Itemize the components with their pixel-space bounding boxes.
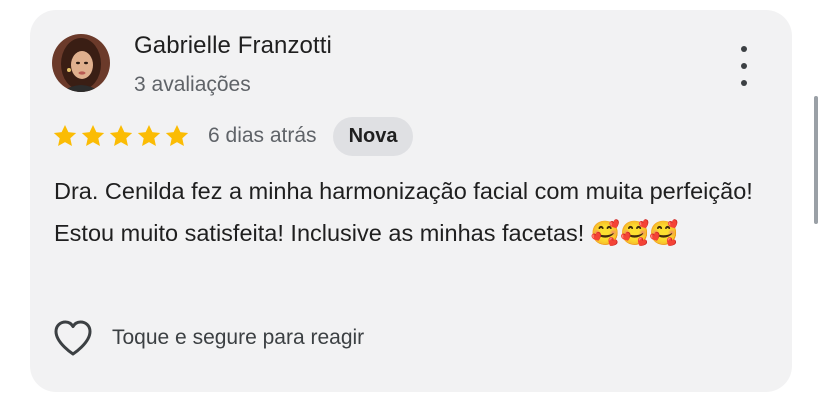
star-icon bbox=[109, 124, 133, 146]
star-icon bbox=[81, 124, 105, 146]
avatar-image bbox=[52, 34, 110, 92]
star-rating bbox=[52, 123, 192, 149]
star-icon bbox=[137, 124, 161, 146]
scrollbar[interactable] bbox=[814, 96, 818, 224]
avatar[interactable] bbox=[52, 34, 110, 92]
menu-dot bbox=[741, 63, 747, 69]
star-icon bbox=[53, 124, 77, 146]
star-icon bbox=[165, 124, 189, 146]
review-card: Gabrielle Franzotti 3 avaliações 6 dias … bbox=[30, 10, 792, 392]
review-date: 6 dias atrás bbox=[208, 124, 317, 147]
new-badge: Nova bbox=[332, 116, 414, 156]
rating-row: 6 dias atrás Nova bbox=[52, 116, 414, 156]
react-button[interactable]: Toque e segure para reagir bbox=[52, 316, 364, 360]
review-text: Dra. Cenilda fez a minha harmonização fa… bbox=[54, 178, 753, 246]
more-options-icon[interactable] bbox=[730, 46, 758, 86]
author-review-count: 3 avaliações bbox=[134, 73, 251, 96]
menu-dot bbox=[741, 46, 747, 52]
heart-outline-icon bbox=[54, 320, 92, 356]
menu-dot bbox=[741, 80, 747, 86]
author-name[interactable]: Gabrielle Franzotti bbox=[134, 32, 332, 60]
react-label: Toque e segure para reagir bbox=[112, 326, 365, 349]
